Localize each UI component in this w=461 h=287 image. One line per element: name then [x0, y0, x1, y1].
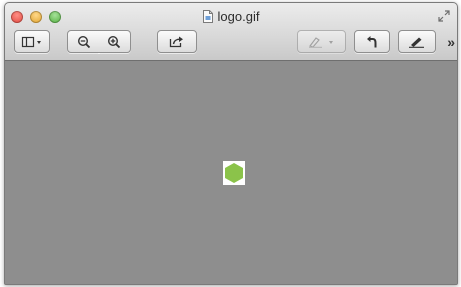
- rotate-left-icon: [366, 35, 378, 49]
- rotate-button[interactable]: [354, 30, 390, 53]
- pencil-icon: [408, 36, 426, 48]
- titlebar: logo.gif »: [5, 3, 457, 61]
- edit-button[interactable]: [398, 30, 436, 53]
- share-icon: [169, 35, 185, 48]
- window-title: logo.gif: [5, 9, 457, 24]
- zoom-out-icon: [77, 35, 91, 49]
- share-button[interactable]: [157, 30, 197, 53]
- zoom-in-icon: [107, 35, 121, 49]
- markup-button[interactable]: [297, 30, 346, 53]
- preview-window: logo.gif »: [4, 2, 458, 285]
- zoom-in-button[interactable]: [98, 30, 131, 53]
- image-preview: [223, 161, 245, 185]
- sidebar-icon: [21, 36, 43, 48]
- fullscreen-icon[interactable]: [438, 9, 450, 22]
- document-icon: [202, 10, 213, 23]
- zoom-out-button[interactable]: [67, 30, 100, 53]
- hexagon-logo-icon: [225, 163, 243, 183]
- highlight-icon: [308, 36, 336, 48]
- toolbar: »: [5, 30, 457, 54]
- toolbar-overflow-button[interactable]: »: [447, 34, 455, 50]
- sidebar-view-button[interactable]: [14, 30, 50, 53]
- window-title-text: logo.gif: [217, 9, 260, 24]
- image-canvas: [5, 61, 457, 284]
